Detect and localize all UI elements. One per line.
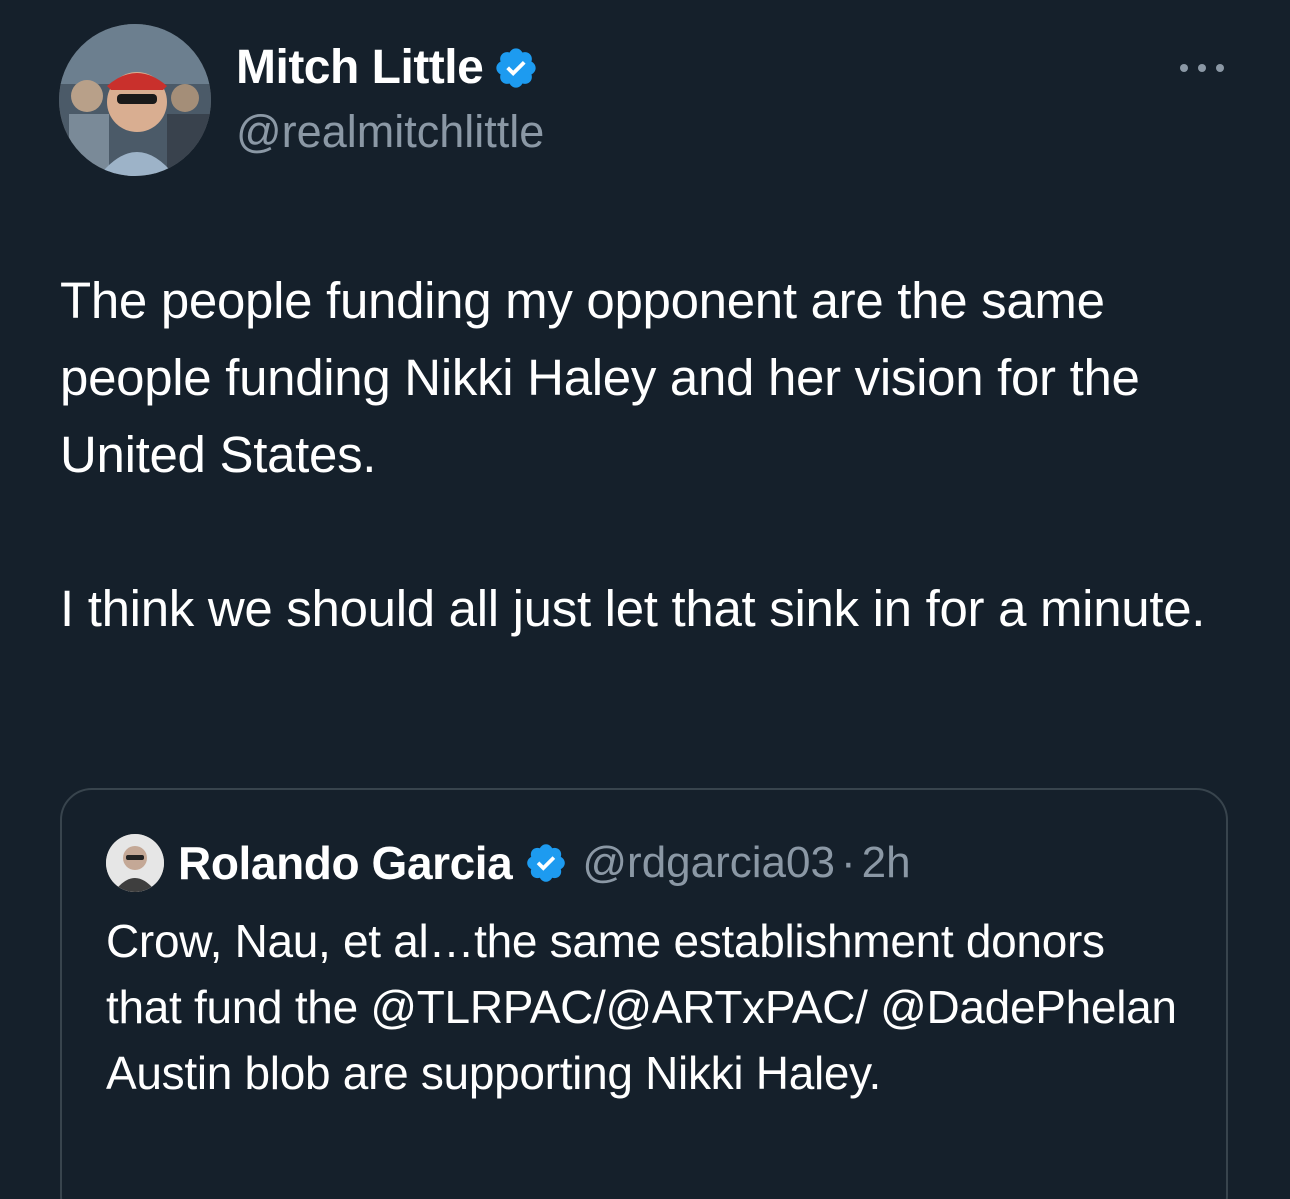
quoted-author-handle[interactable]: @rdgarcia03 [582, 838, 835, 888]
verified-badge-icon[interactable] [493, 45, 539, 91]
author-name-row: Mitch Little [236, 40, 539, 96]
quoted-tweet-timestamp[interactable]: 2h [862, 838, 911, 888]
quoted-author-display-name[interactable]: Rolando Garcia [178, 836, 513, 890]
quoted-tweet-body: Crow, Nau, et al…the same establishment … [106, 915, 1177, 1099]
tweet-body: The people funding my opponent are the s… [60, 262, 1220, 647]
more-dot [1198, 64, 1206, 72]
more-dot [1180, 64, 1188, 72]
author-display-name[interactable]: Mitch Little [236, 40, 484, 96]
author-handle[interactable]: @realmitchlittle [236, 104, 544, 160]
quoted-avatar-photo-icon [106, 834, 164, 892]
more-dot [1216, 64, 1224, 72]
author-avatar[interactable] [59, 24, 211, 176]
tweet-view: Mitch Little @realmitchlittle The people… [0, 0, 1290, 1199]
quoted-tweet-header: Rolando Garcia @rdgarcia03 · 2h [106, 834, 911, 892]
quoted-tweet-card[interactable]: Rolando Garcia @rdgarcia03 · 2h Crow, Na… [60, 788, 1228, 1199]
quoted-verified-badge-icon[interactable] [524, 841, 568, 885]
quoted-author-avatar[interactable] [106, 834, 164, 892]
avatar-photo-icon [59, 24, 211, 176]
separator-dot: · [840, 838, 856, 887]
tweet-paragraph: I think we should all just let that sink… [60, 580, 1206, 637]
more-options-icon[interactable] [1180, 58, 1224, 78]
tweet-paragraph: The people funding my opponent are the s… [60, 272, 1140, 483]
